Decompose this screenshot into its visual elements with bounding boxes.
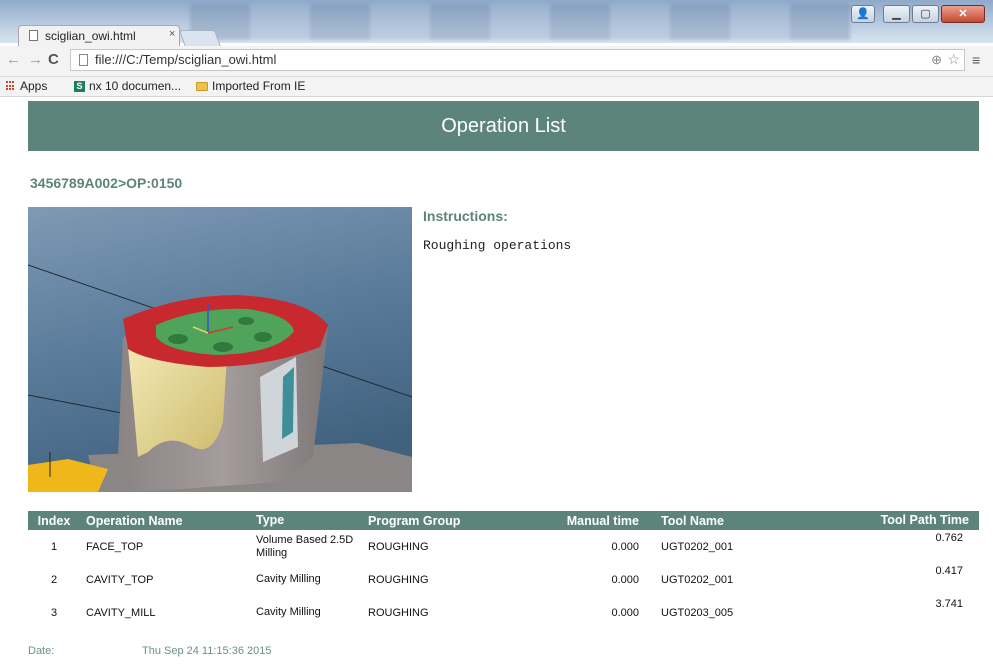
column-header-type: Type bbox=[250, 511, 362, 530]
background-window-strip bbox=[190, 4, 850, 40]
cell-manual-time: 0.000 bbox=[611, 573, 639, 586]
cell-tool-path-time: 0.417 bbox=[935, 565, 963, 577]
cell-type: Volume Based 2.5D Milling bbox=[256, 533, 354, 559]
instructions-label: Instructions: bbox=[423, 208, 508, 224]
column-header-manual-time: Manual time bbox=[549, 511, 645, 530]
column-header-program-group: Program Group bbox=[362, 511, 549, 530]
bookmark-label: Apps bbox=[20, 79, 48, 93]
browser-titlebar: sciglian_owi.html × 👤 ▁ ▢ ✕ bbox=[0, 0, 993, 47]
user-icon[interactable]: 👤 bbox=[851, 5, 875, 23]
folder-icon bbox=[196, 81, 208, 91]
column-header-tool-name: Tool Name bbox=[645, 511, 867, 530]
cell-manual-time: 0.000 bbox=[611, 606, 639, 619]
zoom-icon[interactable]: ⊕ bbox=[931, 52, 942, 68]
date-label: Date: bbox=[28, 645, 55, 657]
cell-index: 1 bbox=[50, 540, 58, 553]
cell-program-group: ROUGHING bbox=[368, 540, 429, 553]
cell-program-group: ROUGHING bbox=[368, 573, 429, 586]
url-text[interactable]: file:///C:/Temp/sciglian_owi.html bbox=[95, 52, 276, 67]
bookmark-imported-ie[interactable]: Imported From IE bbox=[196, 79, 305, 93]
tab-title: sciglian_owi.html bbox=[45, 29, 136, 43]
reload-icon[interactable]: C bbox=[48, 51, 59, 68]
cad-part-image bbox=[28, 207, 412, 492]
new-tab-button[interactable] bbox=[178, 30, 222, 47]
page-icon bbox=[79, 54, 88, 66]
cell-index: 3 bbox=[50, 606, 58, 619]
column-header-operation-name: Operation Name bbox=[80, 511, 250, 530]
tab-close-icon[interactable]: × bbox=[169, 28, 175, 40]
table-row: 2 CAVITY_TOP Cavity Milling ROUGHING 0.0… bbox=[28, 563, 979, 596]
nx-doc-icon: S bbox=[74, 80, 85, 92]
instructions-text: Roughing operations bbox=[423, 238, 572, 253]
table-row: 1 FACE_TOP Volume Based 2.5D Milling ROU… bbox=[28, 530, 979, 563]
forward-arrow-icon[interactable]: → bbox=[28, 51, 43, 68]
cell-tool-name: UGT0202_001 bbox=[661, 540, 734, 553]
cell-tool-path-time: 3.741 bbox=[935, 598, 963, 610]
bookmark-nx-docs[interactable]: S nx 10 documen... bbox=[74, 79, 181, 93]
bookmark-star-icon[interactable]: ☆ bbox=[947, 51, 960, 68]
window-controls: 👤 ▁ ▢ ✕ bbox=[851, 5, 985, 25]
cad-part-illustration bbox=[28, 207, 412, 492]
table-row: 3 CAVITY_MILL Cavity Milling ROUGHING 0.… bbox=[28, 596, 979, 629]
cell-type: Cavity Milling bbox=[256, 606, 321, 618]
bookmarks-bar: Apps S nx 10 documen... Imported From IE bbox=[0, 77, 993, 97]
maximize-button[interactable]: ▢ bbox=[912, 5, 939, 23]
bookmark-label: Imported From IE bbox=[212, 79, 306, 93]
bookmark-label: nx 10 documen... bbox=[89, 79, 182, 93]
table-header-row: Index Operation Name Type Program Group … bbox=[28, 511, 979, 530]
address-bar[interactable]: file:///C:/Temp/sciglian_owi.html ⊕ ☆ bbox=[70, 49, 965, 71]
minimize-button[interactable]: ▁ bbox=[883, 5, 910, 23]
apps-grid-icon bbox=[6, 81, 16, 91]
cell-program-group: ROUGHING bbox=[368, 606, 429, 619]
close-window-button[interactable]: ✕ bbox=[941, 5, 985, 23]
browser-tab[interactable]: sciglian_owi.html × bbox=[18, 25, 180, 46]
column-header-index: Index bbox=[28, 511, 80, 530]
page-title: Operation List bbox=[28, 101, 979, 151]
column-header-tool-path-time: Tool Path Time bbox=[867, 511, 979, 530]
cell-manual-time: 0.000 bbox=[611, 540, 639, 553]
browser-toolbar: ← → C file:///C:/Temp/sciglian_owi.html … bbox=[0, 46, 993, 77]
cell-index: 2 bbox=[50, 573, 58, 586]
cell-operation-name: CAVITY_TOP bbox=[86, 573, 154, 586]
cell-tool-name: UGT0202_001 bbox=[661, 573, 734, 586]
operation-path: 3456789A002>OP:0150 bbox=[30, 175, 183, 191]
cell-operation-name: CAVITY_MILL bbox=[86, 606, 156, 619]
bookmark-apps[interactable]: Apps bbox=[6, 79, 47, 93]
back-arrow-icon[interactable]: ← bbox=[6, 51, 21, 68]
cell-tool-name: UGT0203_005 bbox=[661, 606, 734, 619]
cell-type: Cavity Milling bbox=[256, 573, 321, 585]
date-value: Thu Sep 24 11:15:36 2015 bbox=[142, 645, 272, 657]
page-icon bbox=[29, 30, 38, 41]
menu-icon[interactable]: ≡ bbox=[972, 52, 980, 68]
cell-operation-name: FACE_TOP bbox=[86, 540, 144, 553]
operation-table: Index Operation Name Type Program Group … bbox=[28, 511, 979, 629]
cell-tool-path-time: 0.762 bbox=[935, 532, 963, 544]
